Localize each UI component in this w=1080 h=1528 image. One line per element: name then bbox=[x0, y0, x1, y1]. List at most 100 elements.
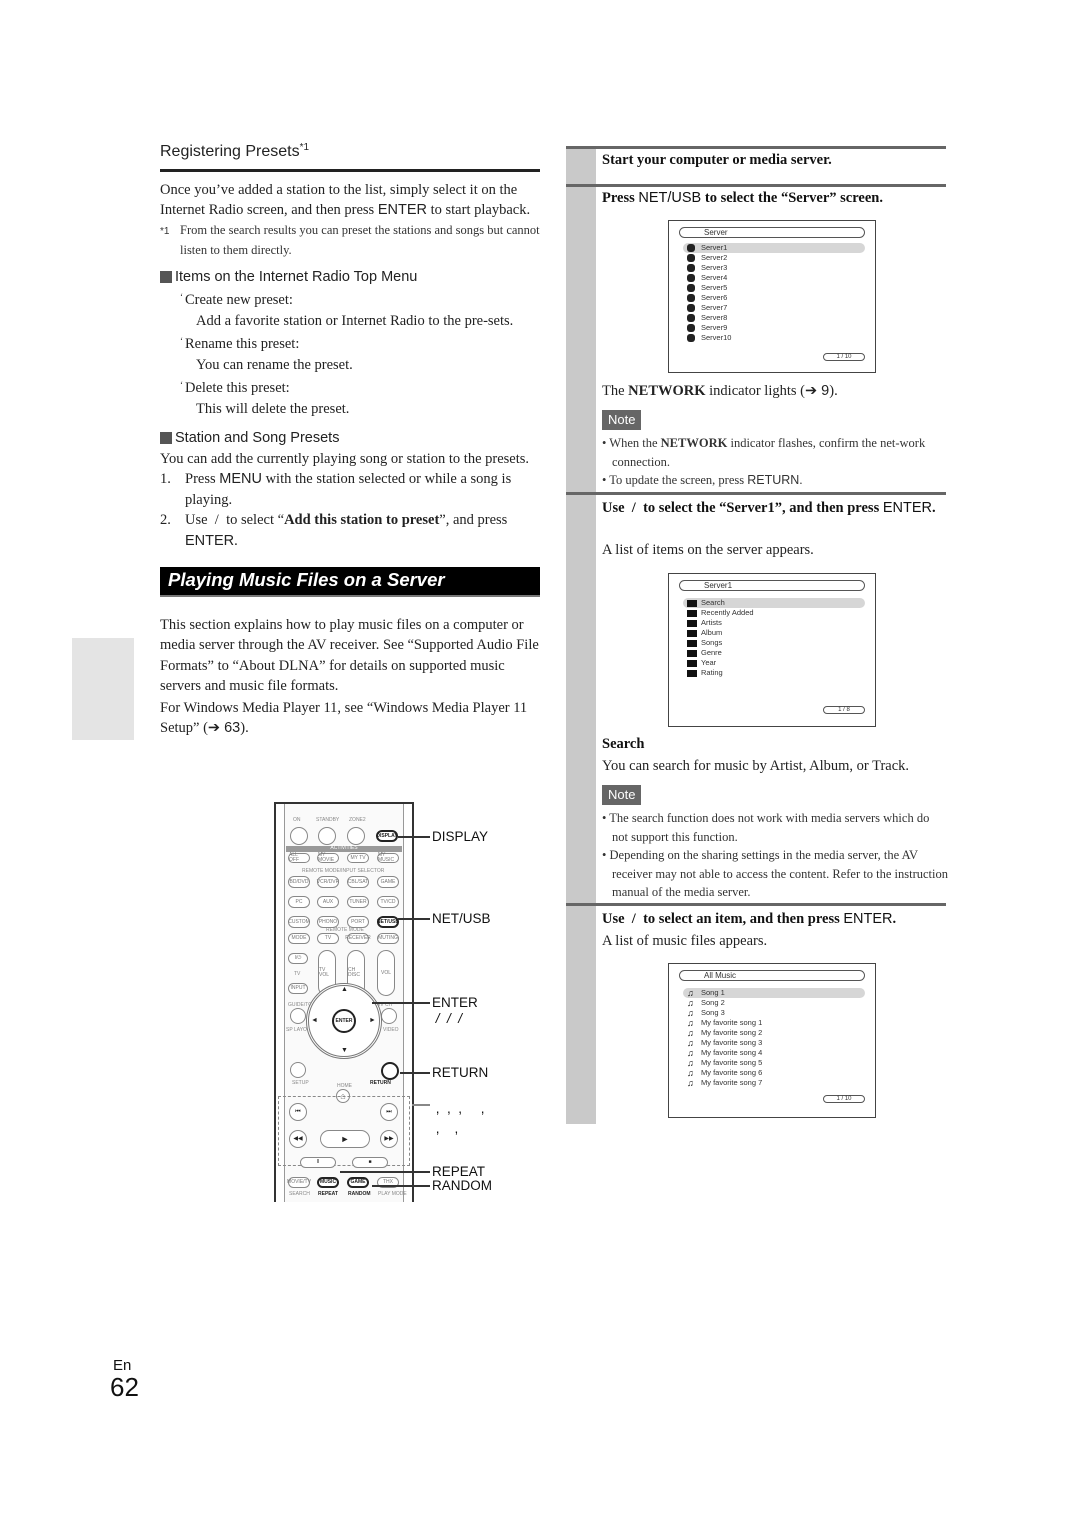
callout-line bbox=[400, 1072, 430, 1074]
input-button[interactable]: TUNER bbox=[347, 896, 369, 908]
step-text: Use / to select “Add this station to pre… bbox=[185, 510, 540, 551]
icon-wrap bbox=[687, 629, 701, 637]
menu-item-desc: Add a favorite station or Internet Radio… bbox=[196, 312, 514, 329]
icon-wrap: ♫ bbox=[687, 1078, 701, 1088]
square-bullet-icon bbox=[160, 270, 172, 283]
return-button[interactable] bbox=[381, 1062, 399, 1080]
mode-button[interactable]: TV bbox=[317, 933, 339, 944]
prev-button[interactable] bbox=[381, 1008, 397, 1024]
heading-text: Registering Presets bbox=[160, 143, 300, 160]
icon-wrap bbox=[687, 244, 701, 252]
setup-button[interactable] bbox=[290, 1062, 306, 1078]
left-arrow-icon[interactable]: ◄ bbox=[311, 1017, 318, 1024]
callout-transport: , , bbox=[432, 1121, 459, 1136]
step-divider bbox=[566, 146, 946, 149]
server-screen: Server Server1 Server2 Server3 Server4 Serve… bbox=[668, 220, 876, 373]
input-button[interactable]: CUSTOM bbox=[288, 916, 310, 928]
music-note-icon: ♫ bbox=[687, 1067, 694, 1078]
icon-wrap: ♫ bbox=[687, 987, 701, 998]
mode-button[interactable]: MODE bbox=[288, 933, 310, 944]
zone2-button[interactable] bbox=[347, 827, 365, 845]
icon-wrap bbox=[687, 304, 701, 312]
label-zone2: ZONE2 bbox=[349, 817, 366, 823]
menu-item-desc: You can rename the preset. bbox=[196, 356, 353, 373]
activity-button[interactable]: MY TV bbox=[347, 853, 369, 863]
guide-button[interactable] bbox=[290, 1008, 306, 1024]
input-button[interactable]: TV/CD bbox=[377, 896, 399, 908]
icon-wrap bbox=[687, 639, 701, 647]
step-3-desc: A list of items on the server appears. bbox=[602, 542, 814, 558]
icon-wrap bbox=[687, 324, 701, 332]
listening-mode-button[interactable]: GAME bbox=[347, 1177, 369, 1188]
listening-mode-button[interactable]: MOVIE/TV bbox=[287, 1177, 311, 1188]
tv-input-button[interactable]: INPUT bbox=[288, 983, 308, 994]
on-button[interactable] bbox=[290, 827, 308, 845]
step-2-title: Press NET/USB to select the “Server” scr… bbox=[602, 188, 948, 209]
key-netusb: NET/USB bbox=[638, 190, 702, 206]
music-note-icon: ♫ bbox=[687, 997, 694, 1008]
step-item: 1. Press MENU with the station selected o… bbox=[160, 469, 540, 510]
standby-button[interactable] bbox=[318, 827, 336, 845]
text: . bbox=[799, 473, 803, 487]
music-list-item[interactable]: ♫ My favorite song 7 bbox=[683, 1078, 865, 1088]
next-track-button[interactable]: ⏭ bbox=[380, 1103, 398, 1121]
icon-wrap bbox=[687, 609, 701, 617]
rewind-button[interactable]: ◀◀ bbox=[289, 1130, 307, 1148]
step-item: 2. Use / to select “Add this station to p… bbox=[160, 510, 540, 551]
listening-mode-button[interactable]: MUSIC bbox=[317, 1177, 339, 1188]
step-divider bbox=[566, 184, 946, 187]
input-button[interactable]: VCR/DVR bbox=[317, 876, 339, 888]
page-indicator: 1 / 10 bbox=[823, 1095, 865, 1103]
menu-item-label: Delete this preset: bbox=[185, 380, 290, 396]
input-button[interactable]: GAME bbox=[377, 876, 399, 888]
up-arrow-icon[interactable]: ▲ bbox=[341, 986, 348, 993]
right-arrow-icon[interactable]: ► bbox=[369, 1017, 376, 1024]
key-enter: ENTER bbox=[882, 500, 932, 516]
music-note-icon: ♫ bbox=[687, 987, 694, 998]
key-enter: ENTER bbox=[185, 532, 235, 549]
callout-netusb: NET/USB bbox=[432, 911, 491, 926]
folder-icon bbox=[687, 639, 697, 647]
activity-button[interactable]: MY MUSIC bbox=[377, 853, 399, 863]
section-banner: Playing Music Files on a Server bbox=[160, 567, 540, 597]
play-button[interactable]: ► bbox=[320, 1130, 370, 1148]
fast-forward-button[interactable]: ▶▶ bbox=[380, 1130, 398, 1148]
icon-wrap bbox=[687, 314, 701, 322]
page-ref-link[interactable]: ➔ 9 bbox=[805, 383, 829, 399]
enter-button[interactable]: ENTER bbox=[332, 1009, 356, 1033]
page-ref-link[interactable]: ➔ 63 bbox=[208, 720, 240, 736]
bold-text: Add this station to preset bbox=[284, 512, 440, 528]
server-list-item[interactable]: Server10 bbox=[683, 333, 865, 343]
mode-button[interactable]: RECEIVER bbox=[345, 933, 371, 944]
input-selector-label: REMOTE MODE/INPUT SELECTOR bbox=[302, 868, 385, 874]
mode-button[interactable]: MUTING bbox=[377, 933, 399, 944]
input-button[interactable]: CBL/SAT bbox=[347, 876, 369, 888]
text: Press bbox=[185, 471, 220, 487]
stop-button[interactable]: ■ bbox=[352, 1157, 388, 1168]
server-icon bbox=[687, 294, 695, 302]
folder-icon bbox=[687, 649, 697, 657]
pause-button[interactable]: II bbox=[300, 1157, 336, 1168]
label-standby: STANDBY bbox=[316, 817, 340, 823]
display-button[interactable]: DISPLAY bbox=[376, 830, 398, 842]
input-button[interactable]: NET/USB bbox=[377, 916, 399, 928]
tv-power-button[interactable]: I/⏻ bbox=[288, 953, 308, 964]
category-list-item[interactable]: Rating bbox=[683, 668, 865, 678]
section-intro: This section explains how to play music … bbox=[160, 616, 539, 695]
bottom-label: RANDOM bbox=[348, 1191, 371, 1197]
step-divider bbox=[566, 903, 946, 906]
input-button[interactable]: PC bbox=[288, 896, 310, 908]
activity-button[interactable]: MY MOVIE bbox=[317, 853, 339, 863]
activity-button[interactable]: ALL OFF bbox=[288, 853, 310, 863]
volume-rocker[interactable]: VOL bbox=[377, 950, 395, 996]
note-bullet: • Depending on the sharing settings in t… bbox=[602, 848, 948, 899]
note-label: Note bbox=[602, 410, 642, 430]
input-button[interactable]: AUX bbox=[317, 896, 339, 908]
icon-wrap bbox=[687, 274, 701, 282]
input-button[interactable]: BD/DVD bbox=[288, 876, 310, 888]
icon-wrap bbox=[687, 294, 701, 302]
icon-wrap: ♫ bbox=[687, 1058, 701, 1068]
down-arrow-icon[interactable]: ▼ bbox=[341, 1047, 348, 1054]
top-menu-list: ‘Create new preset: Add a favorite stati… bbox=[160, 287, 540, 419]
previous-track-button[interactable]: ⏮ bbox=[289, 1103, 307, 1121]
